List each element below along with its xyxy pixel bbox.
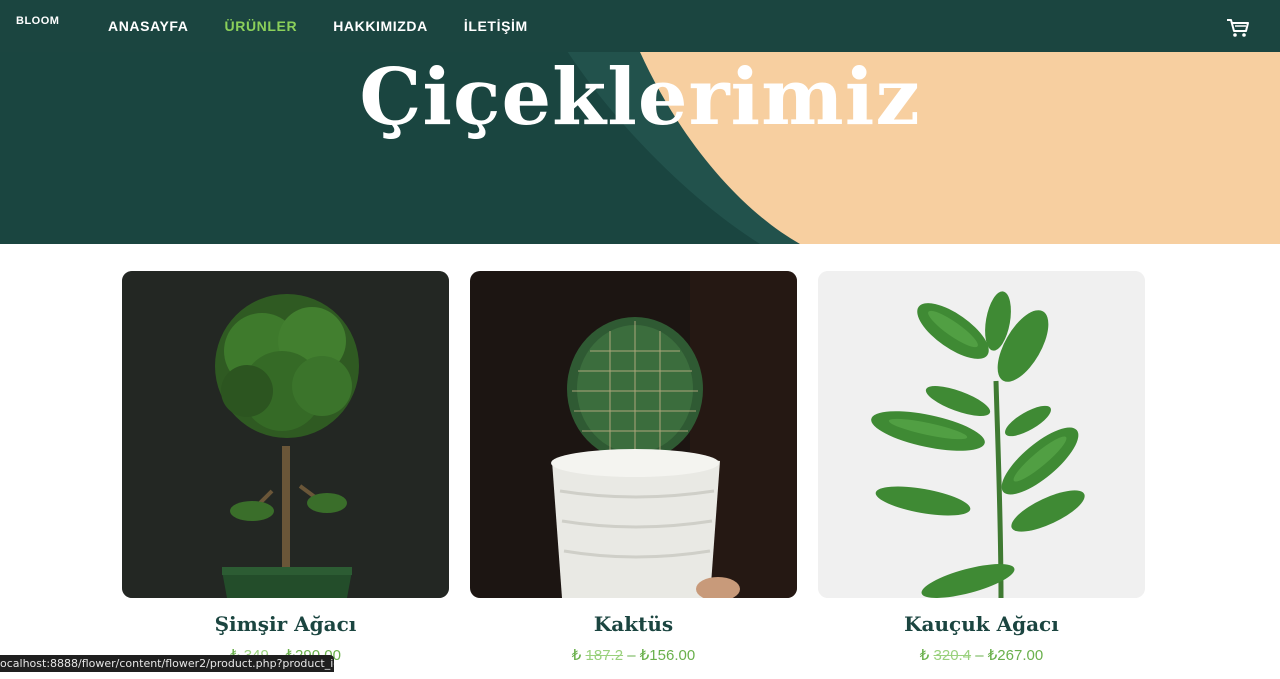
new-price: 156.00	[649, 647, 696, 664]
nav-item-contact[interactable]: İLETİŞİM	[464, 18, 528, 34]
product-card[interactable]: Kauçuk Ağacı ₺ 320.4 – ₺267.00	[818, 271, 1145, 664]
currency-symbol: ₺	[571, 647, 582, 664]
page-title: Çiçeklerimiz	[359, 52, 921, 143]
product-price: ₺ 187.2 – ₺156.00	[470, 646, 797, 664]
product-card[interactable]: Şimşir Ağacı ₺ 349 – ₺290.00	[122, 271, 449, 664]
cart-icon[interactable]	[1226, 18, 1250, 38]
product-name[interactable]: Kauçuk Ağacı	[818, 612, 1145, 636]
currency-symbol: ₺	[919, 647, 930, 664]
nav-item-about[interactable]: HAKKIMIZDA	[333, 18, 428, 34]
price-separator: –	[627, 647, 636, 664]
product-name[interactable]: Şimşir Ağacı	[122, 612, 449, 636]
price-separator: –	[975, 647, 984, 664]
nav-item-home[interactable]: ANASAYFA	[108, 18, 189, 34]
new-price: 267.00	[997, 647, 1044, 664]
product-grid: Şimşir Ağacı ₺ 349 – ₺290.00	[122, 271, 1145, 664]
product-price: ₺ 320.4 – ₺267.00	[818, 646, 1145, 664]
product-card[interactable]: Kaktüs ₺ 187.2 – ₺156.00	[470, 271, 797, 664]
currency-symbol: ₺	[987, 647, 998, 664]
site-logo[interactable]: BLOOM	[16, 15, 59, 27]
currency-symbol: ₺	[639, 647, 650, 664]
product-name[interactable]: Kaktüs	[470, 612, 797, 636]
old-price: 187.2	[585, 647, 624, 664]
product-image-boxwood[interactable]	[122, 271, 449, 598]
nav-item-products[interactable]: ÜRÜNLER	[225, 18, 298, 34]
product-image-cactus[interactable]	[470, 271, 797, 598]
browser-status-url: ocalhost:8888/flower/content/flower2/pro…	[0, 655, 334, 672]
old-price: 320.4	[933, 647, 972, 664]
main-nav: ANASAYFA ÜRÜNLER HAKKIMIZDA İLETİŞİM	[108, 0, 528, 52]
product-image-rubber-tree[interactable]	[818, 271, 1145, 598]
top-navigation: BLOOM ANASAYFA ÜRÜNLER HAKKIMIZDA İLETİŞ…	[0, 0, 1280, 52]
